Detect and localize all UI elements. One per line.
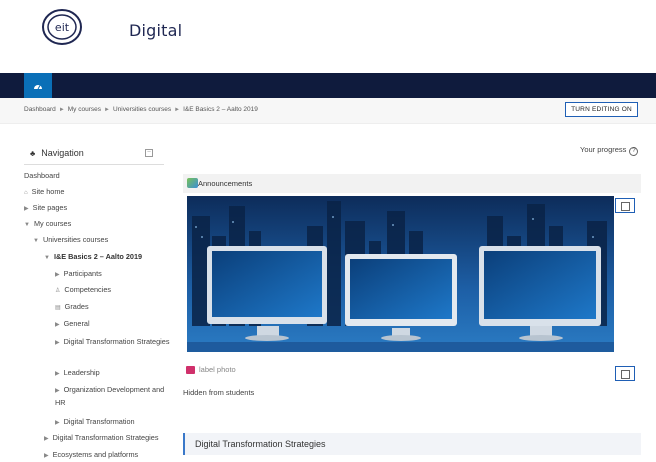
completion-checkbox[interactable] xyxy=(615,366,635,381)
eit-logo-mark: eit xyxy=(42,9,82,45)
forum-icon xyxy=(187,178,198,188)
nav-item-site-home[interactable]: ⌂ Site home xyxy=(24,186,64,199)
hidden-from-students-note: Hidden from students xyxy=(183,388,255,397)
chevron-right-icon: ▶ xyxy=(55,340,60,346)
your-progress: Your progress? xyxy=(580,145,639,156)
breadcrumb: Dashboard ► My courses ► Universities course… xyxy=(24,106,258,113)
navigation-title: Navigation xyxy=(41,148,84,158)
nav-item-universities-courses[interactable]: ▼ Universities courses xyxy=(33,234,108,247)
progress-label: Your progress xyxy=(580,145,627,154)
breadcrumb-course[interactable]: I&E Basics 2 – Aalto 2019 xyxy=(183,106,258,113)
grades-table-icon: ▤ xyxy=(55,305,61,311)
nav-item-digital-transformation[interactable]: ▶ Digital Transformation xyxy=(55,416,135,429)
label-photo-text: label photo xyxy=(199,365,236,374)
label-photo-row[interactable]: label photo xyxy=(186,365,236,374)
dashboard-icon xyxy=(34,84,42,89)
completion-checkbox[interactable] xyxy=(615,198,635,213)
chevron-right-icon: ▶ xyxy=(24,206,29,212)
chevron-right-icon: ▶ xyxy=(44,453,49,459)
section-title[interactable]: Digital Transformation Strategies xyxy=(195,439,326,449)
chevron-right-icon: ▶ xyxy=(55,272,60,278)
chevron-right-icon: ▶ xyxy=(55,420,60,426)
logo-text: Digital xyxy=(129,21,183,40)
nav-item-competencies[interactable]: ♙ Competencies xyxy=(55,284,111,297)
announcements-link[interactable]: Announcements xyxy=(198,179,252,188)
announcements-row[interactable]: Announcements xyxy=(183,174,641,193)
nav-item-dashboard[interactable]: Dashboard xyxy=(24,170,60,181)
help-icon[interactable]: ? xyxy=(629,147,639,156)
section-header: Digital Transformation Strategies xyxy=(183,433,641,455)
nav-item-grades[interactable]: ▤ Grades xyxy=(55,301,89,314)
chevron-right-icon: ▶ xyxy=(55,322,60,328)
dashboard-button[interactable] xyxy=(24,73,52,98)
nav-item-leadership[interactable]: ▶ Leadership xyxy=(55,367,100,380)
home-icon: ⌂ xyxy=(24,190,28,196)
nav-item-participants[interactable]: ▶ Participants xyxy=(55,268,102,281)
navigation-block-header: ♣ Navigation xyxy=(30,148,84,158)
chevron-down-icon: ▼ xyxy=(44,255,50,261)
divider xyxy=(24,164,164,165)
turn-editing-on-button[interactable]: TURN EDITING ON xyxy=(565,102,638,117)
nav-item-organization-development[interactable]: ▶ Organization Development and HR xyxy=(55,384,170,408)
top-navbar xyxy=(0,73,656,98)
nav-item-my-courses[interactable]: ▼ My courses xyxy=(24,218,71,231)
breadcrumb-separator-icon: ► xyxy=(174,107,181,113)
label-photo-icon xyxy=(186,365,195,374)
nav-item-digital-transformation-strategies-course[interactable]: ▶ Digital Transformation Strategies xyxy=(44,432,158,445)
nav-item-site-pages[interactable]: ▶ Site pages xyxy=(24,202,67,215)
collapse-block-icon[interactable]: – xyxy=(145,149,153,157)
competencies-icon: ♙ xyxy=(55,288,61,294)
city-monitors-illustration xyxy=(187,196,614,352)
chevron-down-icon: ▼ xyxy=(33,238,39,244)
nav-item-ecosystems-and-platforms[interactable]: ▶ Ecosystems and platforms xyxy=(44,449,138,462)
breadcrumb-my-courses[interactable]: My courses xyxy=(68,106,101,113)
breadcrumb-bar: Dashboard ► My courses ► Universities course… xyxy=(0,98,656,124)
breadcrumb-dashboard[interactable]: Dashboard xyxy=(24,106,56,113)
chevron-down-icon: ▼ xyxy=(24,222,30,228)
chevron-right-icon: ▶ xyxy=(44,436,49,442)
breadcrumb-universities-courses[interactable]: Universities courses xyxy=(113,106,171,113)
nav-item-current-course[interactable]: ▼ I&E Basics 2 – Aalto 2019 xyxy=(44,251,142,264)
course-banner-image xyxy=(187,196,614,352)
chevron-right-icon: ▶ xyxy=(55,371,60,377)
chevron-right-icon: ▶ xyxy=(55,388,60,394)
breadcrumb-separator-icon: ► xyxy=(104,107,110,113)
eit-digital-logo[interactable]: eit Digital xyxy=(37,5,182,50)
nav-item-general[interactable]: ▶ General xyxy=(55,318,90,331)
svg-text:eit: eit xyxy=(55,21,70,34)
breadcrumb-separator-icon: ► xyxy=(58,107,65,113)
nav-item-digital-transformation-strategies[interactable]: ▶ Digital Transformation Strategies xyxy=(55,336,170,349)
sitemap-icon: ♣ xyxy=(30,148,36,158)
